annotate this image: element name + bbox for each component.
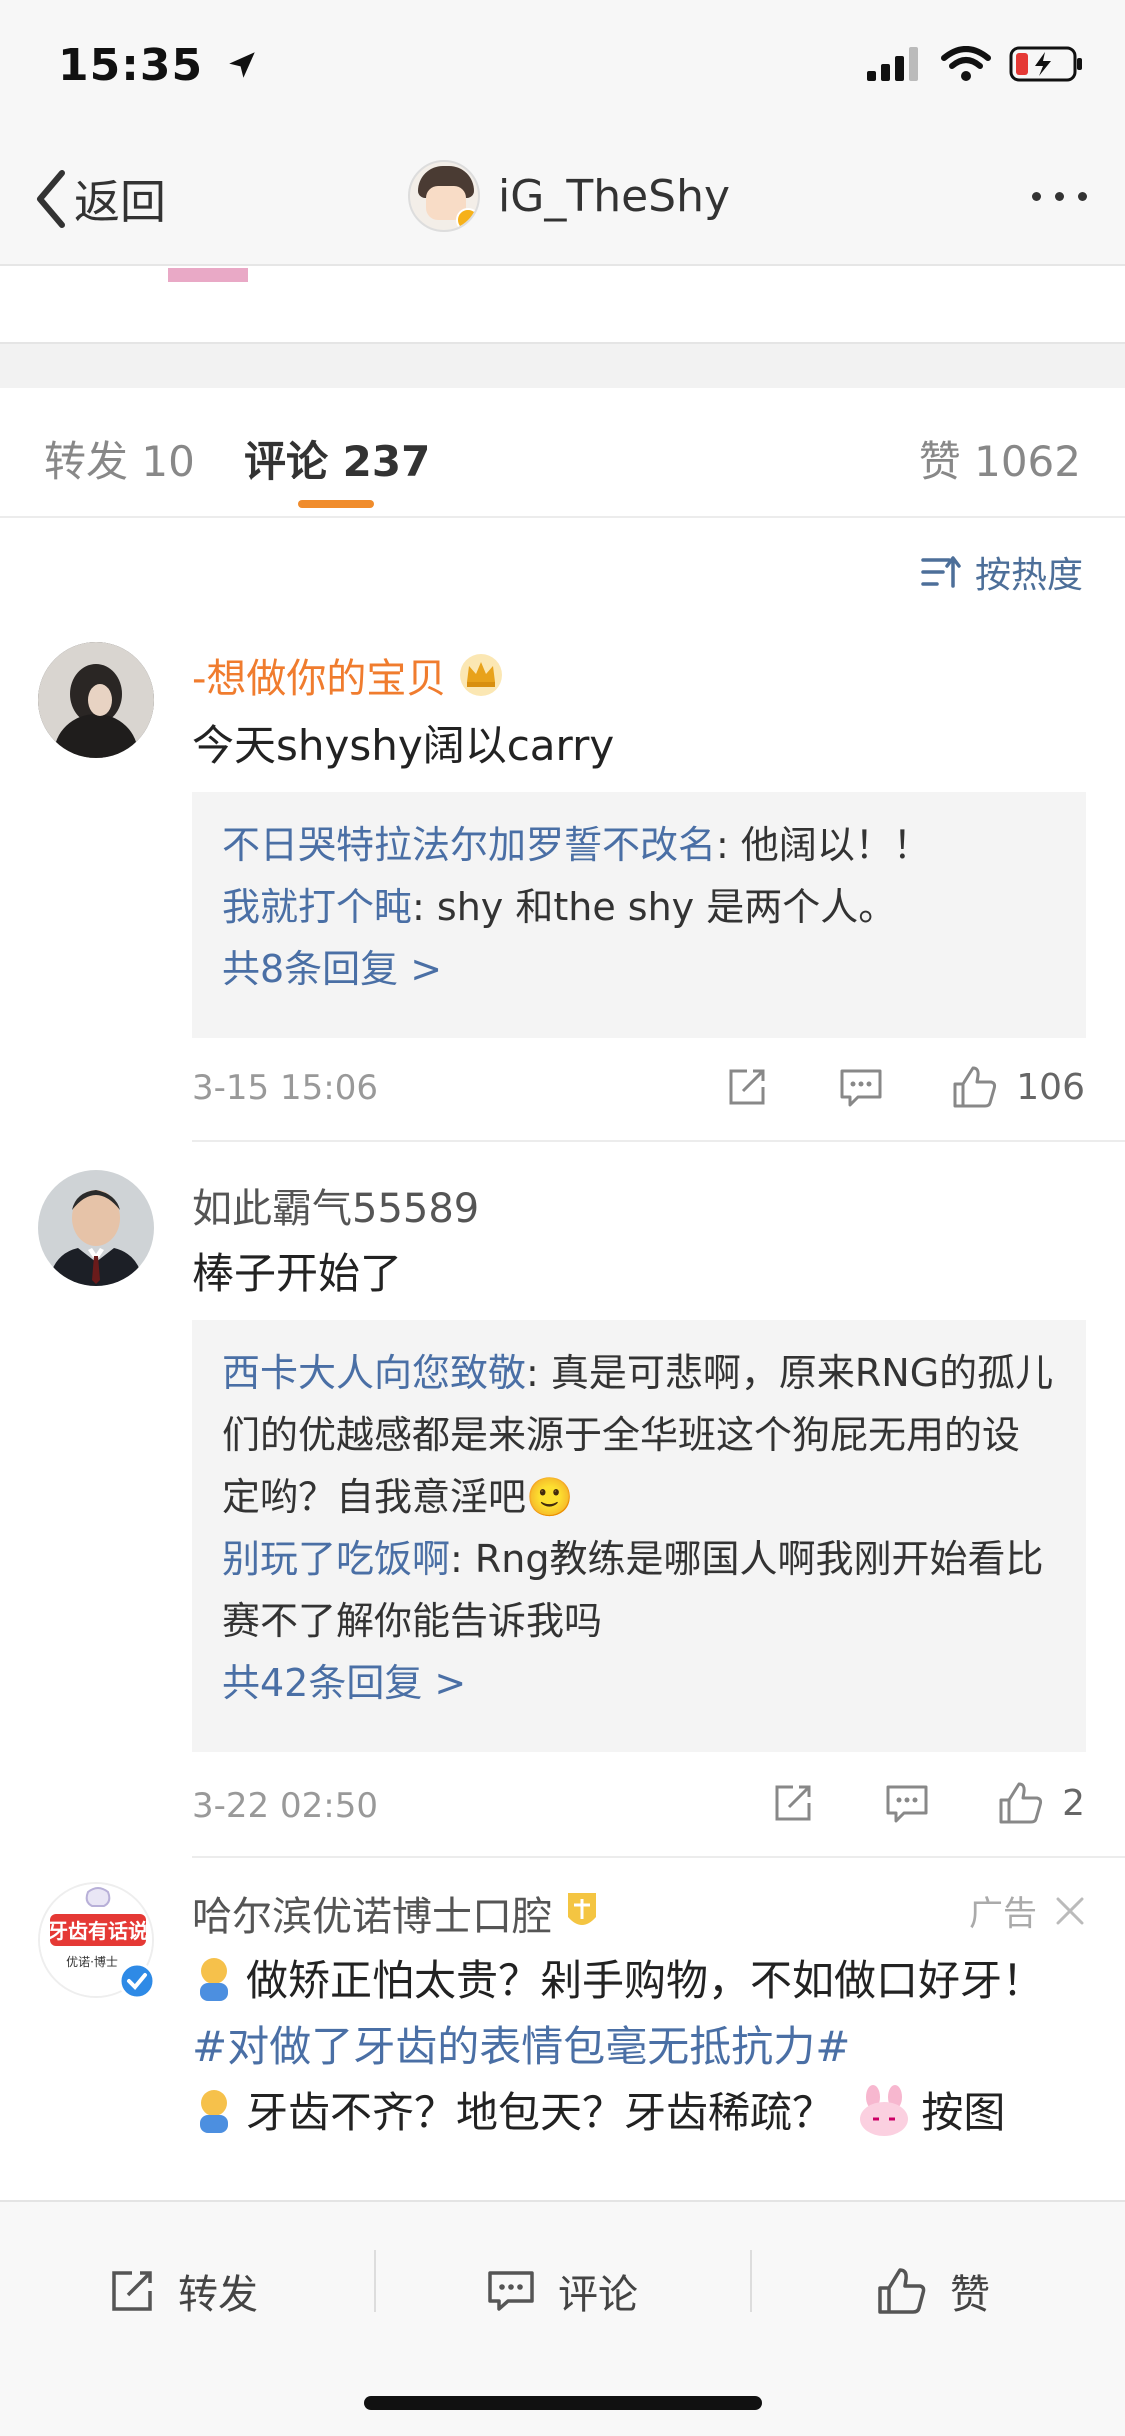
comment-icon <box>488 2271 534 2311</box>
sort-label: 按热度 <box>974 555 1083 596</box>
tab-repost[interactable]: 转发 10 <box>44 428 195 489</box>
like-icon[interactable] <box>992 1774 1050 1832</box>
more-replies-link[interactable]: 共42条回复 > <box>222 1652 1056 1714</box>
baby-emoji-icon <box>200 2090 228 2133</box>
avatar[interactable] <box>38 642 154 758</box>
comment-text: 棒子开始了 <box>192 1249 403 1298</box>
tab-like[interactable]: 赞 1062 <box>919 428 1081 489</box>
close-icon[interactable] <box>1055 1896 1085 1926</box>
comment-button[interactable]: 评论 <box>486 2262 638 2320</box>
like-icon <box>878 2268 926 2314</box>
like-label: 赞 <box>950 2272 990 2318</box>
avatar[interactable] <box>38 1170 154 1286</box>
divider <box>192 1856 1125 1858</box>
section-separator <box>0 342 1125 388</box>
like-button[interactable]: 赞 <box>876 2262 990 2320</box>
nav-bar: 返回 iG_TheShy <box>0 132 1125 266</box>
signal-icon <box>867 47 918 81</box>
share-icon[interactable] <box>764 1774 822 1832</box>
status-time: 15:35 <box>58 40 259 91</box>
repost-label: 转发 <box>178 2272 258 2318</box>
comment-label: 评论 <box>558 2272 638 2318</box>
bottom-toolbar: 转发 评论 赞 <box>0 2200 1125 2436</box>
battery-icon <box>1009 46 1082 82</box>
status-indicators <box>867 46 1085 82</box>
sort-button[interactable]: 按热度 <box>921 546 1083 598</box>
verified-badge-icon <box>118 1962 156 2000</box>
reply-author[interactable]: 别玩了吃饭啊 <box>222 1537 450 1581</box>
verified-badge-icon <box>456 208 478 230</box>
comment-text: 今天shyshy阔以carry <box>192 721 615 770</box>
replies-box[interactable]: 不日哭特拉法尔加罗誓不改名: 他阔以！！ 我就打个盹: shy 和the shy… <box>192 792 1086 1038</box>
tab-comment[interactable]: 评论 237 <box>244 428 430 489</box>
comment-icon[interactable] <box>878 1774 936 1832</box>
avatar[interactable] <box>408 160 480 232</box>
comment-actions: 2 <box>764 1774 1085 1832</box>
reply-author[interactable]: 我就打个盹 <box>222 885 412 929</box>
tab-bar: 转发 10 评论 237 赞 1062 <box>0 388 1125 518</box>
medal-badge-icon <box>568 1893 596 1925</box>
chevron-left-icon <box>37 170 65 228</box>
commenter-name[interactable]: 哈尔滨优诺博士口腔 <box>192 1884 602 1942</box>
reply-text: : shy 和the shy 是两个人。 <box>412 885 897 929</box>
like-count: 2 <box>1062 1782 1085 1824</box>
share-icon <box>112 2271 152 2311</box>
divider <box>192 1140 1125 1142</box>
status-bar: 15:35 <box>0 0 1125 132</box>
reply-item: 我就打个盹: shy 和the shy 是两个人。 <box>222 876 1056 938</box>
image-thumbnail <box>168 268 248 282</box>
back-label: 返回 <box>74 175 166 229</box>
crown-badge-icon <box>460 654 503 696</box>
active-tab-indicator <box>298 500 374 508</box>
share-icon[interactable] <box>718 1058 776 1116</box>
reply-item: 别玩了吃饭啊: Rng教练是哪国人啊我刚开始看比赛不了解你能告诉我吗 <box>222 1528 1056 1652</box>
replies-box[interactable]: 西卡大人向您致敬: 真是可悲啊，原来RNG的孤儿们的优越感都是来源于全华班这个狗… <box>192 1320 1086 1752</box>
ad-line-1: 做矫正怕太贵？剁手购物，不如做口好牙！ <box>192 1948 1072 2014</box>
back-button[interactable]: 返回 <box>34 166 166 232</box>
commenter-name[interactable]: -想做你的宝贝 <box>192 646 504 704</box>
reply-author[interactable]: 西卡大人向您致敬 <box>222 1351 526 1395</box>
comment-time: 3-15 15:06 <box>192 1068 378 1108</box>
reply-text: : 他阔以！！ <box>716 823 931 867</box>
commenter-name[interactable]: 如此霸气55589 <box>192 1176 479 1234</box>
reply-author[interactable]: 不日哭特拉法尔加罗誓不改名 <box>222 823 716 867</box>
page-title: iG_TheShy <box>498 170 731 222</box>
comment-icon[interactable] <box>832 1058 890 1116</box>
comment-actions: 106 <box>718 1058 1085 1116</box>
wifi-icon <box>941 46 991 81</box>
ad-label: 广告 <box>969 1886 1085 1935</box>
ad-line-2: 牙齿不齐？地包天？牙齿稀疏？ 按图 <box>192 2080 1072 2146</box>
divider <box>374 2250 376 2312</box>
more-replies-link[interactable]: 共8条回复 > <box>222 938 1056 1000</box>
divider <box>750 2250 752 2312</box>
comment-time: 3-22 02:50 <box>192 1786 378 1826</box>
baby-emoji-icon <box>200 1958 228 2001</box>
avatar-brand-text: 牙齿有话说 <box>48 1919 148 1943</box>
ad-text: 做矫正怕太贵？剁手购物，不如做口好牙！ #对做了牙齿的表情包毫无抵抗力# 牙齿不… <box>192 1948 1072 2146</box>
like-count: 106 <box>1016 1066 1085 1108</box>
bunny-emoji-icon <box>860 2085 909 2136</box>
more-icon[interactable] <box>1032 192 1087 201</box>
nav-user[interactable]: iG_TheShy <box>408 160 730 232</box>
sort-icon <box>921 556 961 588</box>
hashtag-link[interactable]: #对做了牙齿的表情包毫无抵抗力# <box>192 2014 1072 2080</box>
reply-item: 不日哭特拉法尔加罗誓不改名: 他阔以！！ <box>222 814 1056 876</box>
post-residual <box>0 268 1125 342</box>
like-icon[interactable] <box>946 1058 1004 1116</box>
reply-item: 西卡大人向您致敬: 真是可悲啊，原来RNG的孤儿们的优越感都是来源于全华班这个狗… <box>222 1342 1056 1528</box>
avatar-brand-sub: 优诺·博士 <box>66 1954 118 1969</box>
repost-button[interactable]: 转发 <box>108 2262 258 2320</box>
location-arrow-icon <box>229 52 256 78</box>
home-indicator[interactable] <box>364 2396 762 2410</box>
